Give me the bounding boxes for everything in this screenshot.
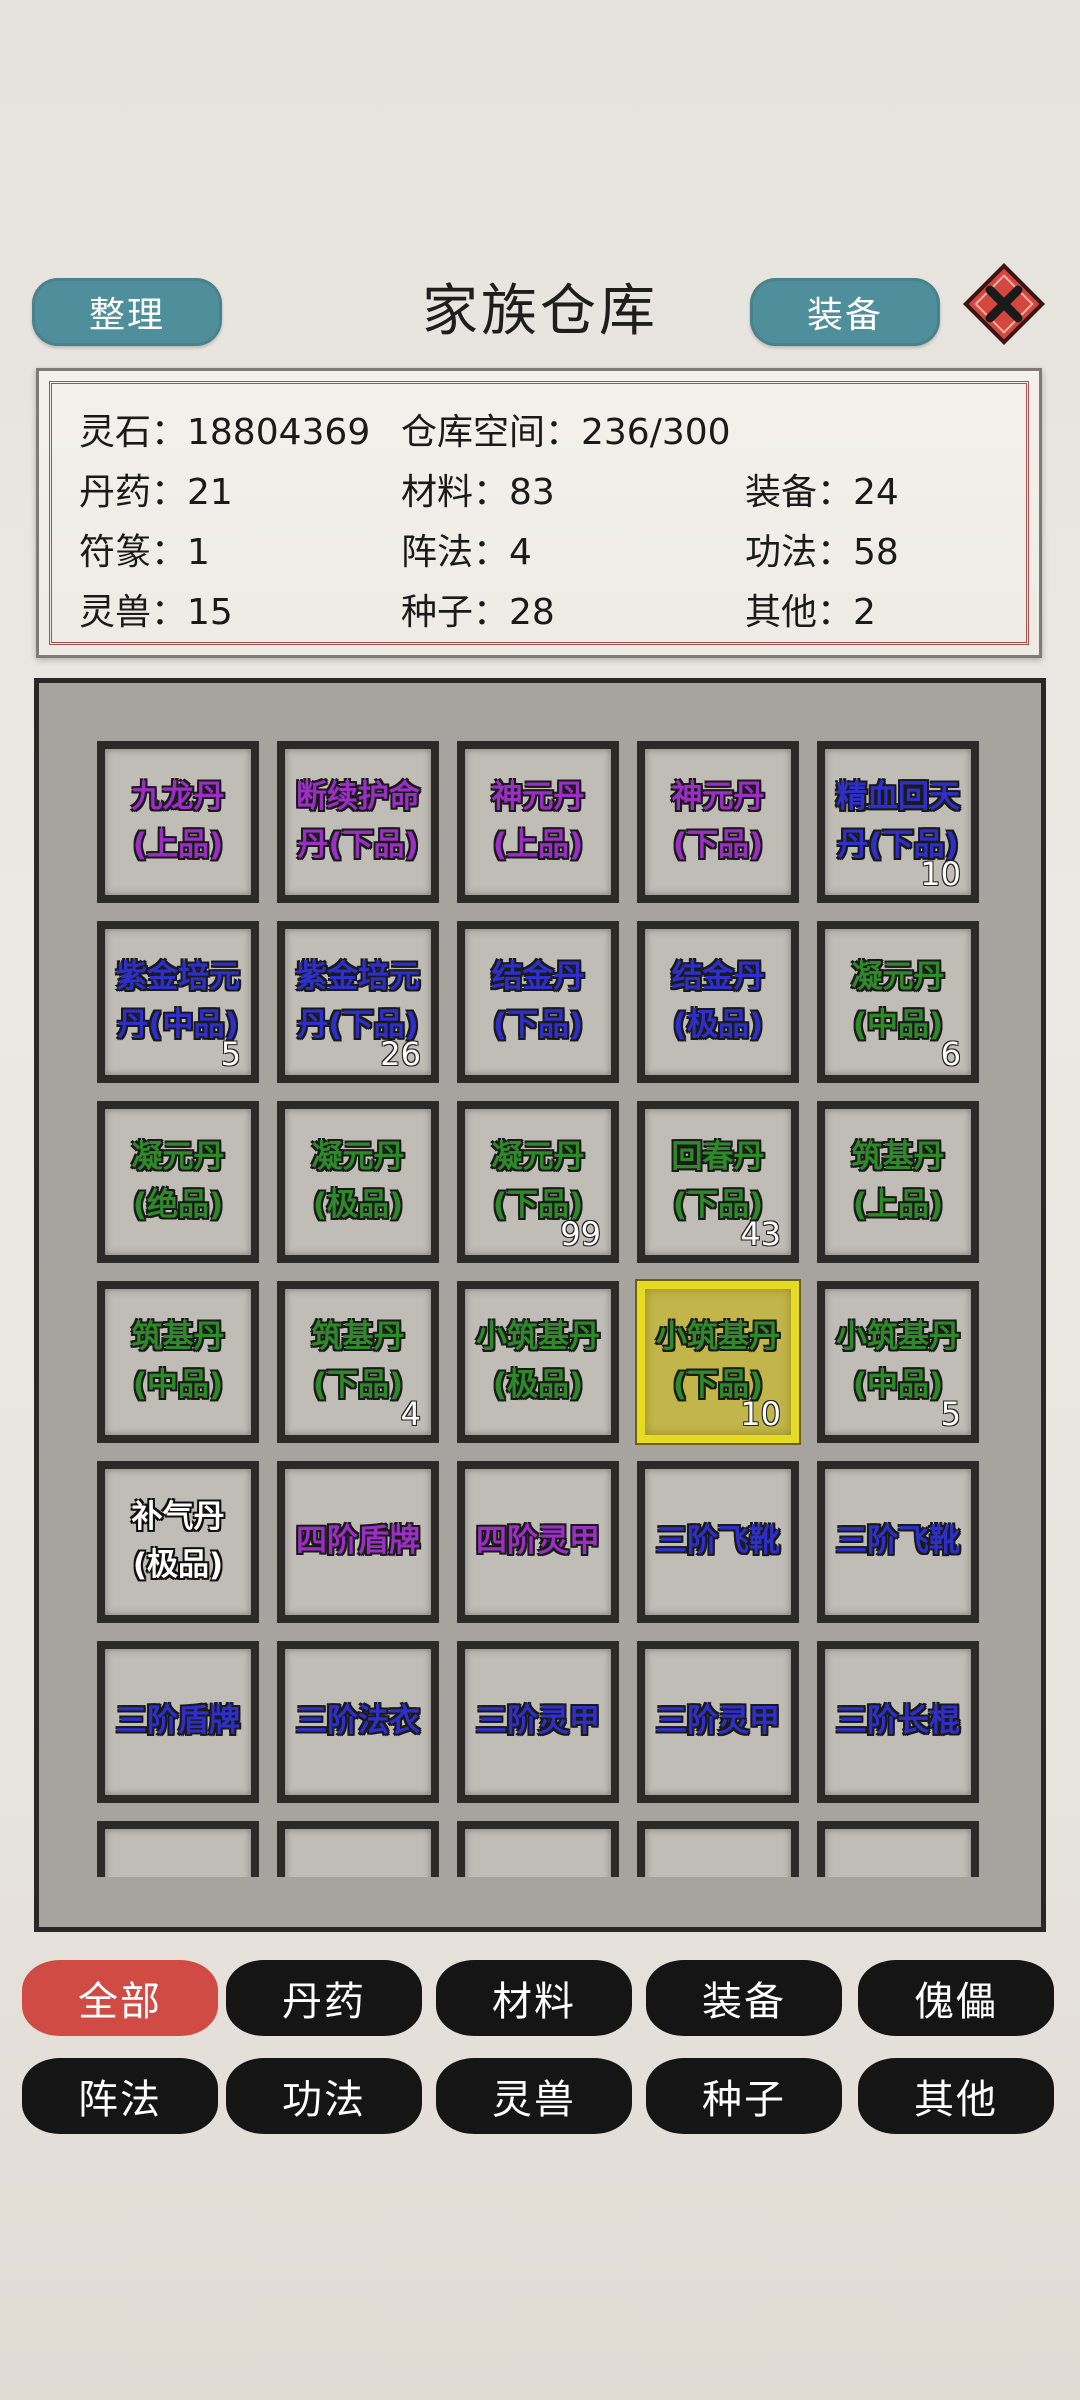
seed-count: 种子：28 (401, 592, 555, 633)
inventory-slot[interactable]: 断续护命 丹(下品) (277, 741, 439, 903)
category-tab[interactable]: 全部 (22, 1960, 218, 2036)
item-name: 神元丹 (下品) (671, 779, 765, 863)
item-name: 凝元丹 (极品) (311, 1139, 405, 1223)
spirit-stone-count: 灵石：18804369 (79, 412, 371, 453)
material-count: 材料：83 (401, 472, 555, 513)
inventory-slot[interactable]: 九龙丹 (上品) (97, 741, 259, 903)
equip-button[interactable]: 装备 (750, 278, 940, 346)
item-name (465, 1841, 611, 1877)
item-name (285, 1841, 431, 1877)
inventory-slot[interactable]: 结金丹 (下品) (457, 921, 619, 1083)
formation-count: 阵法：4 (401, 532, 532, 573)
item-name: 四阶盾牌 (296, 1523, 420, 1559)
beast-count: 灵兽：15 (79, 592, 233, 633)
category-tab[interactable]: 灵兽 (436, 2058, 632, 2134)
category-tab[interactable]: 阵法 (22, 2058, 218, 2134)
inventory-slot-selected[interactable]: 小筑基丹 (下品) 10 (637, 1281, 799, 1443)
other-count: 其他：2 (745, 592, 876, 633)
storage-info-panel: 灵石：18804369 仓库空间：236/300 丹药：21 材料：83 装备：… (36, 368, 1042, 658)
inventory-slot[interactable]: 三阶法衣 (277, 1641, 439, 1803)
inventory-slot[interactable] (97, 1821, 259, 1877)
inventory-slot[interactable]: 三阶灵甲 (637, 1641, 799, 1803)
item-count: 4 (400, 1395, 421, 1433)
inventory-slot[interactable]: 补气丹 (极品) (97, 1461, 259, 1623)
category-tab[interactable]: 功法 (226, 2058, 422, 2134)
item-name (825, 1841, 971, 1877)
item-name: 三阶灵甲 (476, 1703, 600, 1739)
inventory-slot[interactable]: 凝元丹 (中品) 6 (817, 921, 979, 1083)
inventory-slot[interactable]: 凝元丹 (极品) (277, 1101, 439, 1263)
inventory-slot[interactable] (817, 1821, 979, 1877)
item-name: 三阶长棍 (836, 1703, 960, 1739)
inventory-slot[interactable]: 凝元丹 (绝品) (97, 1101, 259, 1263)
inventory-slot[interactable]: 筑基丹 (上品) (817, 1101, 979, 1263)
inventory-slot[interactable]: 紫金培元 丹(下品) 26 (277, 921, 439, 1083)
inventory-slot[interactable]: 三阶长棍 (817, 1641, 979, 1803)
item-name: 筑基丹 (上品) (851, 1139, 945, 1223)
category-tab[interactable]: 装备 (646, 1960, 842, 2036)
technique-count: 功法：58 (745, 532, 899, 573)
inventory-slot[interactable] (457, 1821, 619, 1877)
item-name: 结金丹 (极品) (671, 959, 765, 1043)
item-count: 99 (560, 1215, 601, 1253)
item-name: 三阶法衣 (296, 1703, 420, 1739)
item-count: 10 (920, 855, 961, 893)
item-name: 三阶飞靴 (836, 1523, 960, 1559)
item-count: 6 (940, 1035, 961, 1073)
inventory-slot[interactable] (277, 1821, 439, 1877)
category-tab[interactable]: 其他 (858, 2058, 1054, 2134)
close-button[interactable] (962, 262, 1046, 346)
item-count: 26 (380, 1035, 421, 1073)
pill-count: 丹药：21 (79, 472, 233, 513)
item-count: 10 (740, 1395, 781, 1433)
inventory-slot[interactable]: 小筑基丹 (极品) (457, 1281, 619, 1443)
inventory-slot[interactable]: 紫金培元 丹(中品) 5 (97, 921, 259, 1083)
inventory-slot[interactable]: 筑基丹 (下品) 4 (277, 1281, 439, 1443)
inventory-slot[interactable]: 凝元丹 (下品) 99 (457, 1101, 619, 1263)
item-name: 凝元丹 (绝品) (131, 1139, 225, 1223)
item-name: 神元丹 (上品) (491, 779, 585, 863)
item-name: 三阶飞靴 (656, 1523, 780, 1559)
inventory-slot[interactable]: 筑基丹 (中品) (97, 1281, 259, 1443)
inventory-slot[interactable]: 回春丹 (下品) 43 (637, 1101, 799, 1263)
inventory-slot[interactable]: 神元丹 (上品) (457, 741, 619, 903)
item-name: 筑基丹 (中品) (131, 1319, 225, 1403)
inventory-slot[interactable]: 三阶灵甲 (457, 1641, 619, 1803)
item-name: 小筑基丹 (极品) (476, 1319, 600, 1403)
inventory-slot[interactable]: 三阶飞靴 (817, 1461, 979, 1623)
inventory-slot[interactable] (637, 1821, 799, 1877)
inventory-slot[interactable]: 四阶盾牌 (277, 1461, 439, 1623)
item-count: 5 (940, 1395, 961, 1433)
inventory-slot[interactable]: 神元丹 (下品) (637, 741, 799, 903)
inventory-slot[interactable]: 四阶灵甲 (457, 1461, 619, 1623)
item-name: 断续护命 丹(下品) (296, 779, 420, 863)
item-name: 九龙丹 (上品) (131, 779, 225, 863)
talisman-count: 符篆：1 (79, 532, 210, 573)
item-count: 5 (220, 1035, 241, 1073)
inventory-grid[interactable]: 九龙丹 (上品) 断续护命 丹(下品) 神元丹 (上品) 神元丹 (下品) 精血回天 丹… (97, 741, 982, 1877)
close-x-icon (962, 262, 1046, 346)
category-tab[interactable]: 种子 (646, 2058, 842, 2134)
inventory-slot[interactable]: 精血回天 丹(下品) 10 (817, 741, 979, 903)
item-name: 四阶灵甲 (476, 1523, 600, 1559)
item-name (105, 1841, 251, 1877)
inventory-panel[interactable]: 九龙丹 (上品) 断续护命 丹(下品) 神元丹 (上品) 神元丹 (下品) 精血回天 丹… (34, 678, 1046, 1932)
category-tab[interactable]: 丹药 (226, 1960, 422, 2036)
item-name: 补气丹 (极品) (131, 1499, 225, 1583)
inventory-slot[interactable]: 小筑基丹 (中品) 5 (817, 1281, 979, 1443)
equipment-count: 装备：24 (745, 472, 899, 513)
inventory-slot[interactable]: 三阶飞靴 (637, 1461, 799, 1623)
item-name: 三阶灵甲 (656, 1703, 780, 1739)
category-tab[interactable]: 傀儡 (858, 1960, 1054, 2036)
category-tab[interactable]: 材料 (436, 1960, 632, 2036)
item-count: 43 (740, 1215, 781, 1253)
item-name (645, 1841, 791, 1877)
storage-capacity: 仓库空间：236/300 (401, 412, 731, 453)
inventory-slot[interactable]: 结金丹 (极品) (637, 921, 799, 1083)
inventory-slot[interactable]: 三阶盾牌 (97, 1641, 259, 1803)
item-name: 结金丹 (下品) (491, 959, 585, 1043)
item-name: 三阶盾牌 (116, 1703, 240, 1739)
